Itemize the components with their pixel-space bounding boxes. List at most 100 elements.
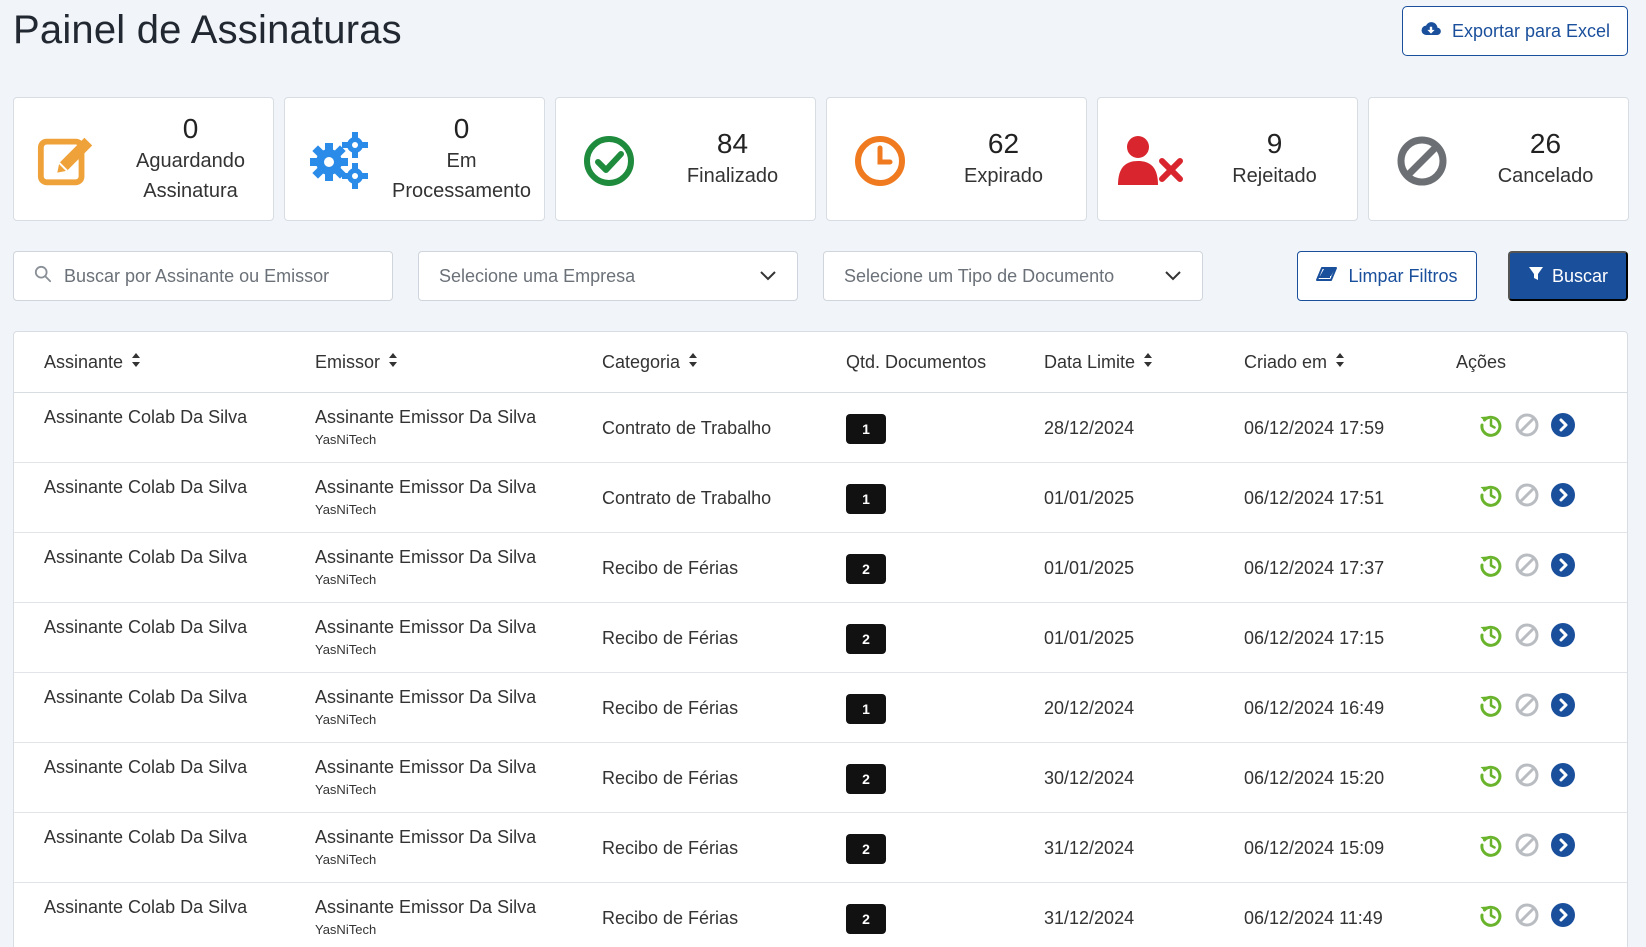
open-details-icon[interactable] bbox=[1551, 553, 1575, 577]
sort-icon bbox=[688, 352, 698, 373]
history-icon[interactable] bbox=[1479, 763, 1503, 787]
search-field[interactable] bbox=[13, 251, 393, 301]
open-details-icon[interactable] bbox=[1551, 483, 1575, 507]
open-details-icon[interactable] bbox=[1551, 903, 1575, 927]
history-icon[interactable] bbox=[1479, 483, 1503, 507]
deadline-date: 01/01/2025 bbox=[1044, 558, 1135, 578]
deadline-date: 30/12/2024 bbox=[1044, 768, 1135, 788]
created-date: 06/12/2024 17:51 bbox=[1244, 488, 1385, 508]
category: Recibo de Férias bbox=[602, 558, 739, 578]
history-icon[interactable] bbox=[1479, 903, 1503, 927]
emitter-name: Assinante Emissor Da Silva bbox=[315, 477, 537, 497]
company-select[interactable]: Selecione uma Empresa bbox=[418, 251, 798, 301]
emitter-company: YasNiTech bbox=[315, 642, 377, 657]
doctype-select[interactable]: Selecione um Tipo de Documento bbox=[823, 251, 1203, 301]
card-label: Em bbox=[446, 150, 477, 172]
deadline-date: 01/01/2025 bbox=[1044, 488, 1135, 508]
signer-name: Assinante Colab Da Silva bbox=[44, 617, 248, 637]
column-created[interactable]: Criado em bbox=[1244, 332, 1345, 393]
card-label: Expirado bbox=[964, 165, 1043, 187]
cancel-icon[interactable] bbox=[1515, 903, 1539, 927]
card-count: 26 bbox=[1529, 128, 1562, 159]
cancel-icon[interactable] bbox=[1515, 623, 1539, 647]
document-count: 2 bbox=[846, 764, 886, 794]
document-count-badge: 1 bbox=[846, 484, 886, 514]
sort-icon bbox=[131, 352, 141, 373]
table-row: Assinante Colab Da Silva Assinante Emiss… bbox=[14, 673, 1627, 743]
open-details-icon[interactable] bbox=[1551, 413, 1575, 437]
ban-icon bbox=[1389, 128, 1455, 194]
column-deadline[interactable]: Data Limite bbox=[1044, 332, 1153, 393]
column-label: Criado em bbox=[1244, 352, 1328, 372]
column-signer[interactable]: Assinante bbox=[44, 332, 141, 393]
column-qty: Qtd. Documentos bbox=[846, 332, 986, 393]
column-label: Emissor bbox=[315, 352, 381, 372]
cancel-icon[interactable] bbox=[1515, 833, 1539, 857]
emitter-cell: Assinante Emissor Da Silva YasNiTech bbox=[315, 757, 536, 797]
table-row: Assinante Colab Da Silva Assinante Emiss… bbox=[14, 393, 1627, 463]
document-count-badge: 2 bbox=[846, 554, 886, 584]
clear-filters-button[interactable]: Limpar Filtros bbox=[1297, 251, 1477, 301]
sort-icon bbox=[1143, 352, 1153, 373]
emitter-cell: Assinante Emissor Da Silva YasNiTech bbox=[315, 897, 536, 937]
document-count-badge: 2 bbox=[846, 904, 886, 934]
created-date: 06/12/2024 16:49 bbox=[1244, 698, 1385, 718]
card-expired[interactable]: 62 Expirado bbox=[826, 97, 1087, 221]
export-excel-button[interactable]: Exportar para Excel bbox=[1402, 6, 1628, 56]
company-select-value: Selecione uma Empresa bbox=[439, 265, 636, 286]
history-icon[interactable] bbox=[1479, 553, 1503, 577]
open-details-icon[interactable] bbox=[1551, 833, 1575, 857]
card-finalized[interactable]: 84 Finalizado bbox=[555, 97, 816, 221]
row-actions bbox=[1479, 833, 1575, 857]
open-details-icon[interactable] bbox=[1551, 763, 1575, 787]
document-count: 2 bbox=[846, 624, 886, 654]
card-label: Assinatura bbox=[143, 180, 238, 202]
deadline-date: 20/12/2024 bbox=[1044, 698, 1135, 718]
history-icon[interactable] bbox=[1479, 833, 1503, 857]
cancel-icon[interactable] bbox=[1515, 413, 1539, 437]
open-details-icon[interactable] bbox=[1551, 623, 1575, 647]
cancel-icon[interactable] bbox=[1515, 553, 1539, 577]
signer-name: Assinante Colab Da Silva bbox=[44, 827, 248, 847]
document-count-badge: 2 bbox=[846, 764, 886, 794]
column-label: Data Limite bbox=[1044, 352, 1136, 372]
document-count: 1 bbox=[846, 414, 886, 444]
row-actions bbox=[1479, 413, 1575, 437]
search-input[interactable] bbox=[64, 265, 384, 287]
emitter-name: Assinante Emissor Da Silva bbox=[315, 897, 537, 917]
gears-icon bbox=[305, 128, 371, 194]
history-icon[interactable] bbox=[1479, 693, 1503, 717]
card-count: 84 bbox=[716, 128, 749, 159]
document-count: 1 bbox=[846, 694, 886, 724]
cancel-icon[interactable] bbox=[1515, 483, 1539, 507]
cancel-icon[interactable] bbox=[1515, 763, 1539, 787]
column-emitter[interactable]: Emissor bbox=[315, 332, 398, 393]
created-date: 06/12/2024 11:49 bbox=[1244, 908, 1383, 928]
doctype-select-value: Selecione um Tipo de Documento bbox=[844, 265, 1115, 286]
open-details-icon[interactable] bbox=[1551, 693, 1575, 717]
card-label: Finalizado bbox=[686, 165, 779, 187]
emitter-cell: Assinante Emissor Da Silva YasNiTech bbox=[315, 687, 536, 727]
column-category[interactable]: Categoria bbox=[602, 332, 698, 393]
history-icon[interactable] bbox=[1479, 413, 1503, 437]
emitter-company: YasNiTech bbox=[315, 712, 377, 727]
clear-filters-label: Limpar Filtros bbox=[1348, 265, 1458, 286]
created-date: 06/12/2024 15:09 bbox=[1244, 838, 1385, 858]
history-icon[interactable] bbox=[1479, 623, 1503, 647]
card-awaiting-signature[interactable]: 0 Aguardando Assinatura bbox=[13, 97, 274, 221]
row-actions bbox=[1479, 623, 1575, 647]
card-processing[interactable]: 0 Em Processamento bbox=[284, 97, 545, 221]
column-label: Categoria bbox=[602, 352, 681, 372]
document-count-badge: 2 bbox=[846, 834, 886, 864]
table-row: Assinante Colab Da Silva Assinante Emiss… bbox=[14, 463, 1627, 533]
table-row: Assinante Colab Da Silva Assinante Emiss… bbox=[14, 603, 1627, 673]
cancel-icon[interactable] bbox=[1515, 693, 1539, 717]
card-rejected[interactable]: 9 Rejeitado bbox=[1097, 97, 1358, 221]
row-actions bbox=[1479, 693, 1575, 717]
signatures-table: Assinante Emissor Categoria Qtd. Documen… bbox=[13, 331, 1628, 947]
search-button[interactable]: Buscar bbox=[1508, 251, 1628, 301]
card-cancelled[interactable]: 26 Cancelado bbox=[1368, 97, 1629, 221]
pencil-square-icon bbox=[34, 128, 100, 194]
table-row: Assinante Colab Da Silva Assinante Emiss… bbox=[14, 813, 1627, 883]
deadline-date: 31/12/2024 bbox=[1044, 908, 1135, 928]
